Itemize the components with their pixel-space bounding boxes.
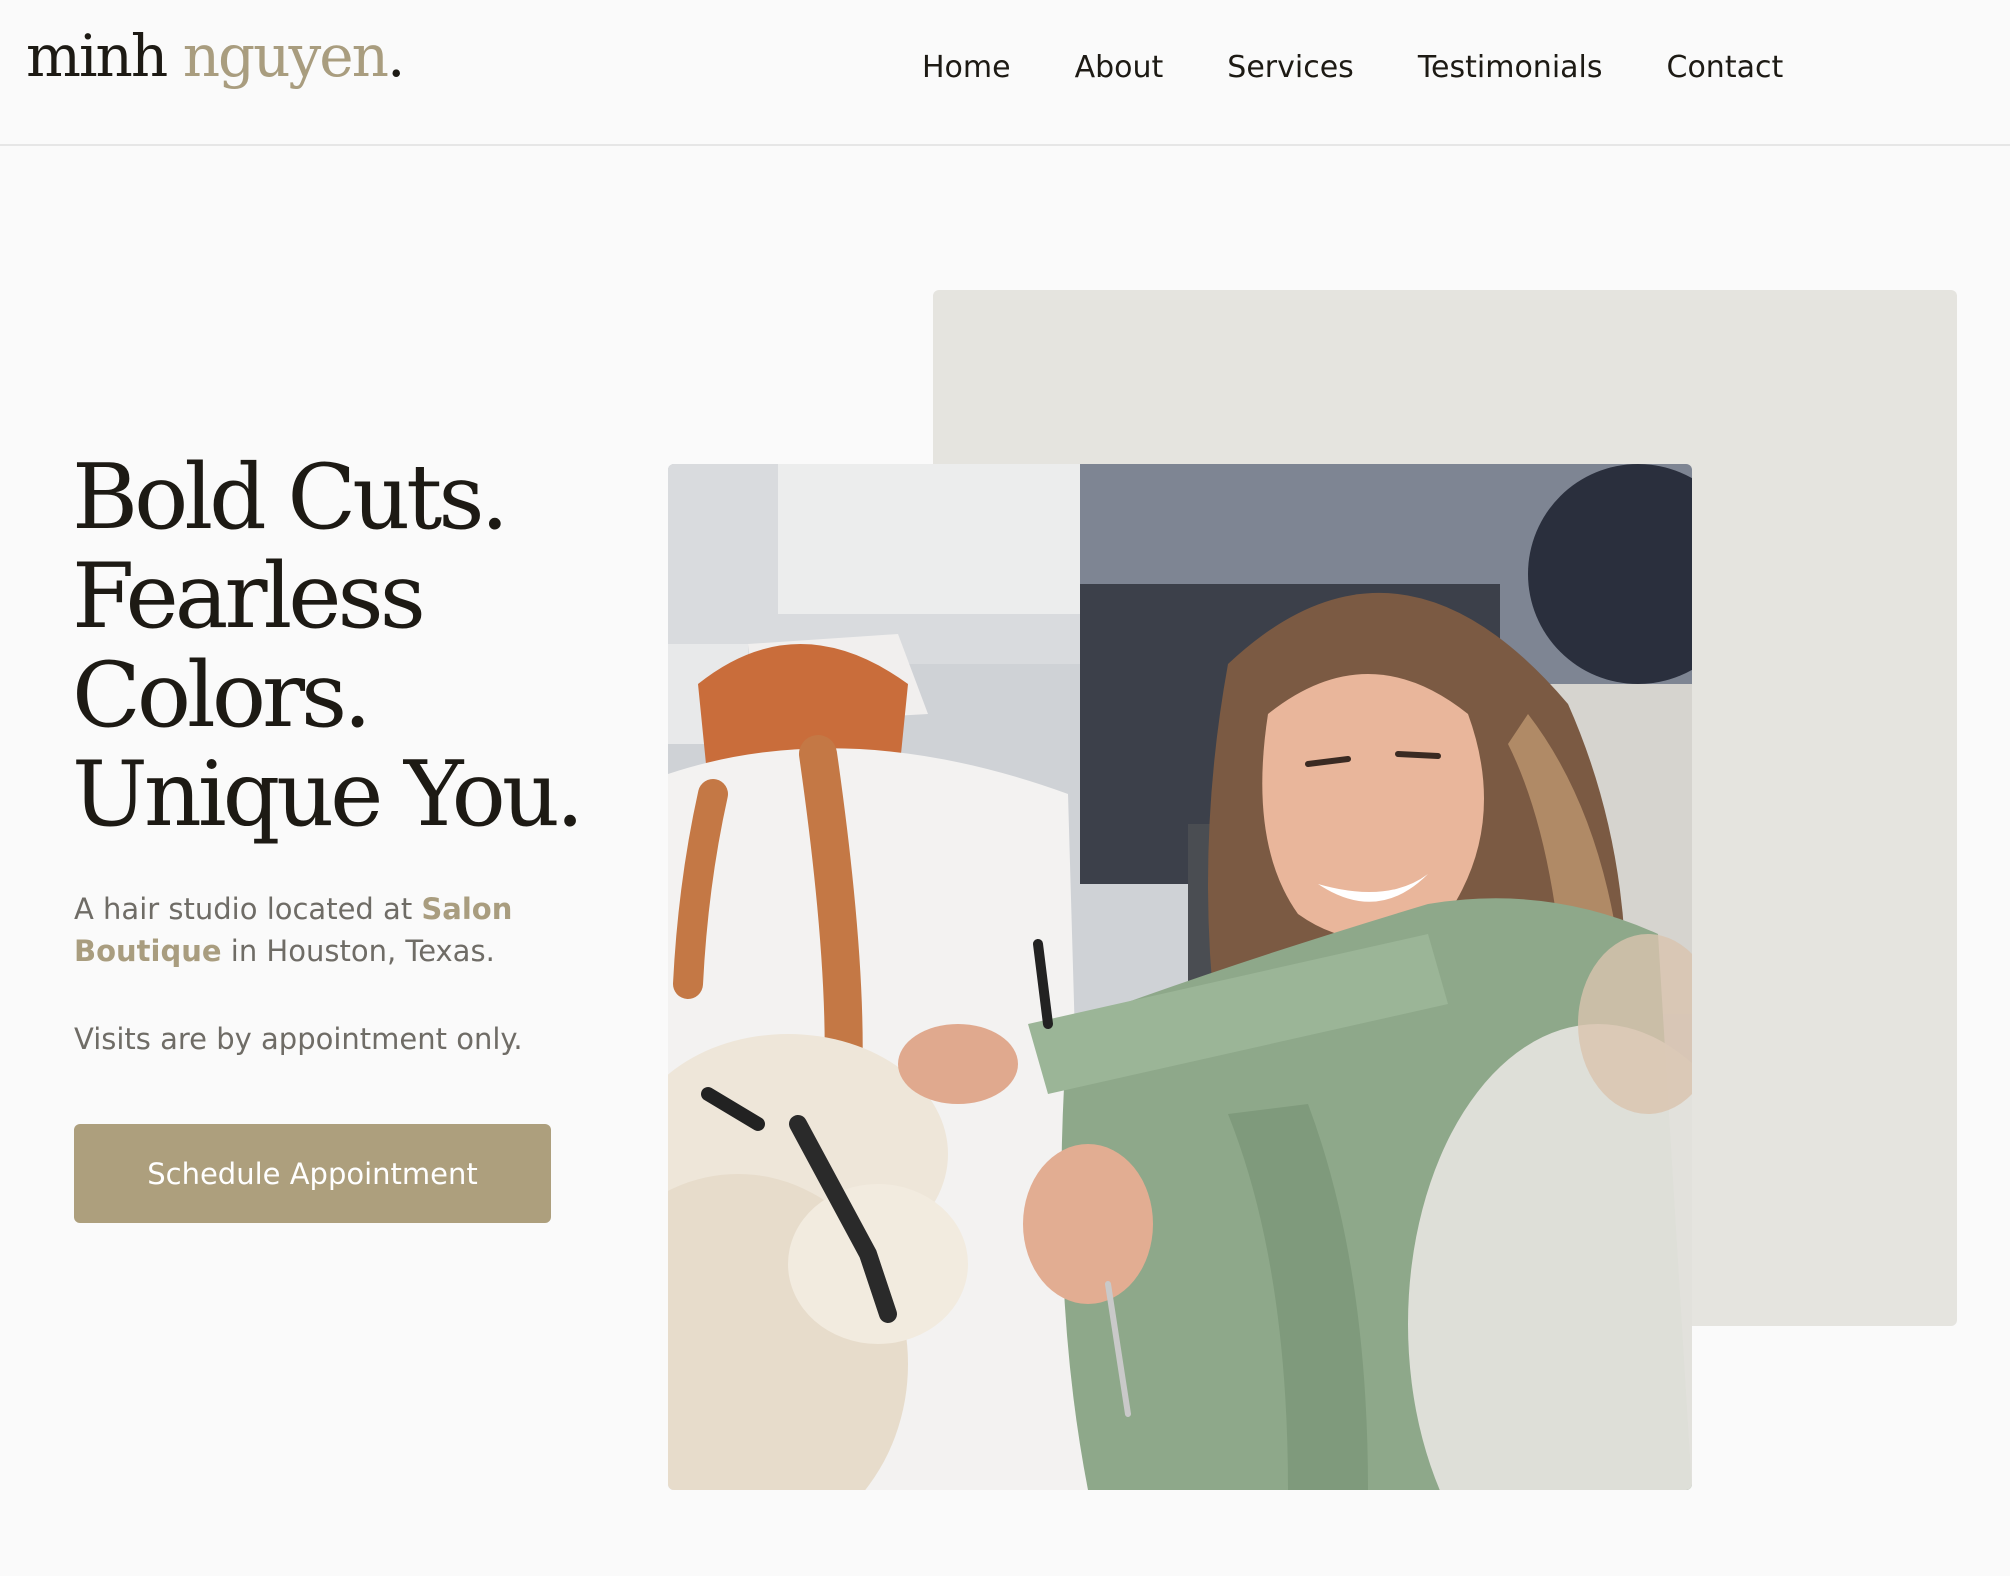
logo-first-name: minh (26, 22, 168, 90)
hero-title: Bold Cuts. Fearless Colors. Unique You. (72, 448, 612, 844)
intro-suffix: in Houston, Texas. (221, 934, 495, 968)
nav-home[interactable]: Home (922, 50, 1011, 85)
nav-testimonials[interactable]: Testimonials (1418, 50, 1603, 85)
main-nav: Home About Services Testimonials Contact (922, 50, 1783, 85)
logo-last-name: nguyen (182, 22, 389, 90)
nav-contact[interactable]: Contact (1667, 50, 1784, 85)
nav-services[interactable]: Services (1227, 50, 1354, 85)
appointment-note: Visits are by appointment only. (74, 1022, 523, 1056)
hero-intro: A hair studio located at Salon Boutique … (74, 888, 574, 972)
hero-title-line: Unique You. (72, 742, 584, 847)
site-header: minh nguyen. Home About Services Testimo… (0, 0, 2010, 146)
hero-photo (668, 464, 1692, 1490)
hero-title-line: Colors. (72, 643, 372, 748)
hero-title-line: Bold Cuts. (72, 445, 509, 550)
nav-about[interactable]: About (1075, 50, 1164, 85)
logo-dot: . (387, 22, 405, 90)
schedule-appointment-button[interactable]: Schedule Appointment (74, 1124, 551, 1223)
stylist-photo-illustration (668, 464, 1692, 1490)
site-logo[interactable]: minh nguyen. (26, 22, 405, 90)
intro-prefix: A hair studio located at (74, 892, 422, 926)
hero-title-line: Fearless (72, 544, 426, 649)
